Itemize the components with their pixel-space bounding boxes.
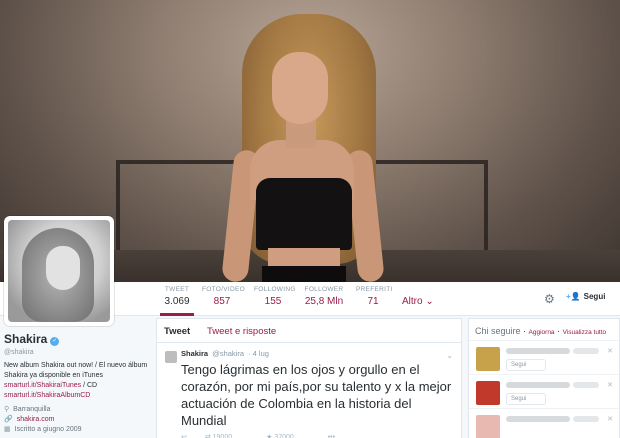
follow-suggestion-label: Segui bbox=[511, 362, 527, 368]
stat-label: FOLLOWER bbox=[304, 286, 344, 293]
list-item[interactable]: ✕ Segui bbox=[469, 340, 619, 374]
profile-meta: ⚲ Barranquilla 🔗 shakira.com ▦ Iscritto a g… bbox=[4, 405, 154, 435]
tweet-options-icon[interactable]: ⌄ bbox=[446, 351, 453, 360]
more-icon[interactable]: ••• bbox=[328, 434, 335, 438]
profile-name[interactable]: Shakira bbox=[4, 332, 47, 346]
nav-favorites[interactable]: PREFERITI 71 bbox=[356, 286, 393, 307]
timeline: Tweet Tweet e risposte ⌄ Shakira @shakir… bbox=[156, 318, 462, 438]
nav-followers[interactable]: FOLLOWER 25,8 Mln bbox=[304, 286, 344, 307]
list-item[interactable]: ✕ Segui bbox=[469, 374, 619, 408]
location-icon: ⚲ bbox=[4, 406, 10, 413]
tab-tweets-replies[interactable]: Tweet e risposte bbox=[207, 326, 276, 337]
tweet-text: Tengo lágrimas en los ojos y orgullo en … bbox=[181, 362, 452, 428]
stat-value: 25,8 Mln bbox=[304, 296, 344, 307]
avatar[interactable] bbox=[4, 216, 114, 326]
follow-button[interactable]: +👤 Segui bbox=[566, 292, 605, 301]
profile-location: Barranquilla bbox=[13, 406, 51, 413]
tweet-author[interactable]: Shakira bbox=[181, 349, 208, 358]
stat-value: 155 bbox=[264, 296, 282, 307]
close-icon[interactable]: ✕ bbox=[607, 415, 613, 423]
profile-handle: @shakira bbox=[4, 349, 34, 356]
follow-suggestion-button[interactable]: Segui bbox=[506, 393, 546, 405]
bio-separator: / CD bbox=[81, 382, 98, 389]
list-item[interactable]: ✕ bbox=[469, 408, 619, 438]
banner-skirt bbox=[262, 266, 346, 282]
website-link[interactable]: shakira.com bbox=[17, 416, 55, 423]
stat-label: TWEET bbox=[164, 286, 190, 293]
stat-value: 3.069 bbox=[164, 296, 190, 307]
verified-icon: ✓ bbox=[50, 337, 60, 346]
suggestion-handle-blurred bbox=[573, 416, 599, 422]
stat-value: 71 bbox=[367, 296, 379, 307]
favorite-count: 37000 bbox=[274, 434, 294, 438]
calendar-icon: ▦ bbox=[4, 426, 11, 433]
itunes-link[interactable]: smarturl.it/ShakiraiTunes bbox=[4, 382, 81, 389]
avatar-face-shape bbox=[46, 246, 80, 290]
reply-icon[interactable]: ↩ bbox=[181, 434, 187, 438]
suggestion-handle-blurred bbox=[573, 382, 599, 388]
add-user-icon: +👤 bbox=[566, 292, 581, 301]
chevron-down-icon: ⌄ bbox=[425, 296, 434, 307]
suggestion-avatar[interactable] bbox=[476, 415, 500, 438]
link-icon: 🔗 bbox=[4, 416, 13, 423]
tweet[interactable]: ⌄ Shakira @shakira · 4 lug Tengo lágrima… bbox=[157, 343, 461, 438]
follow-label: Segui bbox=[583, 292, 606, 301]
stat-value: 857 bbox=[213, 296, 231, 307]
follow-suggestion-label: Segui bbox=[511, 396, 527, 402]
suggestion-name-blurred bbox=[506, 382, 570, 388]
nav-tweet[interactable]: TWEET 3.069 bbox=[160, 286, 194, 316]
view-all-link[interactable]: Visualizza tutto bbox=[563, 329, 607, 336]
retweet-button[interactable]: ⇄ 19000 bbox=[205, 434, 248, 438]
avatar-photo bbox=[8, 220, 110, 322]
suggestion-name-blurred bbox=[506, 416, 570, 422]
tab-tweets[interactable]: Tweet bbox=[164, 326, 190, 337]
suggestion-avatar[interactable] bbox=[476, 381, 500, 405]
more-label: Altro bbox=[402, 296, 423, 307]
tweet-header: Shakira @shakira · 4 lug bbox=[181, 349, 453, 358]
bio-text: New album Shakira out now! / El nuevo ál… bbox=[4, 362, 148, 379]
suggestion-handle-blurred bbox=[573, 348, 599, 354]
tweet-date[interactable]: · 4 lug bbox=[248, 349, 269, 358]
follow-suggestion-button[interactable]: Segui bbox=[506, 359, 546, 371]
tweet-handle: @shakira bbox=[212, 349, 244, 358]
suggestion-name-blurred bbox=[506, 348, 570, 354]
timeline-tabs: Tweet Tweet e risposte bbox=[157, 319, 461, 343]
banner-belly bbox=[268, 248, 340, 268]
who-to-follow-header: Chi seguire · Aggiorna · Visualizza tutt… bbox=[475, 326, 607, 336]
gear-icon[interactable]: ⚙ bbox=[544, 292, 555, 306]
tweet-avatar[interactable] bbox=[165, 351, 177, 363]
stat-label: FOLLOWING bbox=[254, 286, 296, 293]
close-icon[interactable]: ✕ bbox=[607, 381, 613, 389]
close-icon[interactable]: ✕ bbox=[607, 347, 613, 355]
stat-label: PREFERITI bbox=[356, 286, 393, 293]
retweet-count: 19000 bbox=[212, 434, 233, 438]
who-to-follow-title: Chi seguire bbox=[475, 326, 521, 336]
stat-label: FOTO/VIDEO bbox=[202, 286, 245, 293]
more-menu-button[interactable]: Altro ⌄ bbox=[402, 296, 434, 307]
join-date: Iscritto a giugno 2009 bbox=[14, 426, 82, 433]
banner-face bbox=[272, 52, 328, 124]
profile-card: Shakira ✓ @shakira New album Shakira out … bbox=[4, 330, 154, 435]
nav-following[interactable]: FOLLOWING 155 bbox=[254, 286, 296, 307]
refresh-link[interactable]: Aggiorna bbox=[529, 329, 555, 336]
tweet-actions: ↩ ⇄ 19000 ★ 37000 ••• bbox=[181, 433, 453, 438]
profile-bio: New album Shakira out now! / El nuevo ál… bbox=[4, 361, 154, 401]
banner-top bbox=[256, 178, 352, 250]
suggestion-avatar[interactable] bbox=[476, 347, 500, 371]
who-to-follow: Chi seguire · Aggiorna · Visualizza tutt… bbox=[468, 318, 620, 438]
cd-link[interactable]: smarturl.it/ShakiraAlbumCD bbox=[4, 392, 90, 399]
favorite-button[interactable]: ★ 37000 bbox=[266, 434, 310, 438]
nav-media[interactable]: FOTO/VIDEO 857 bbox=[202, 286, 245, 307]
